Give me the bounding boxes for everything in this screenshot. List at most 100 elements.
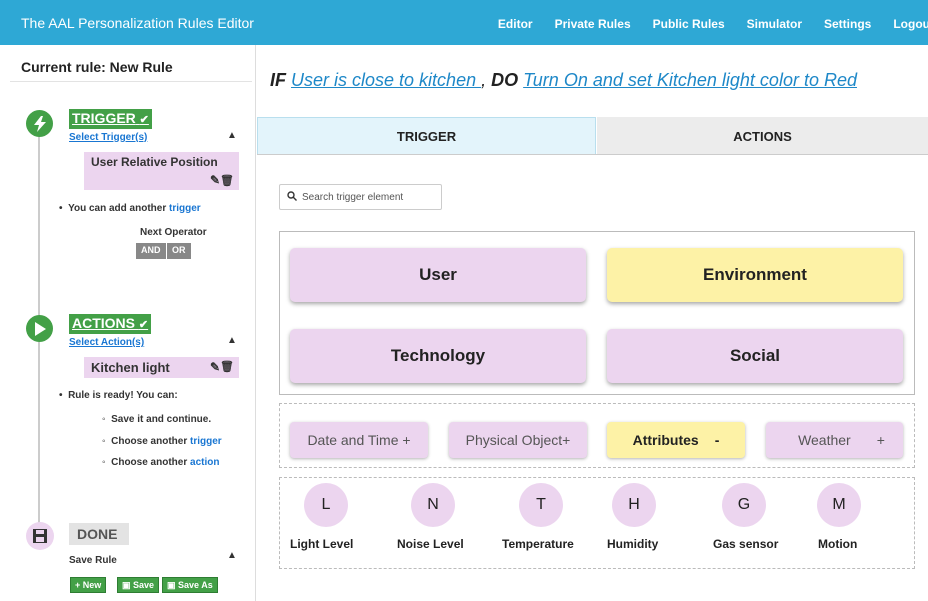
nav-simulator[interactable]: Simulator bbox=[747, 17, 802, 31]
attribute-light-level-icon[interactable]: L bbox=[304, 483, 348, 527]
select-actions-link[interactable]: Select Action(s) bbox=[69, 337, 144, 348]
collapse-trigger-icon[interactable]: ▲ bbox=[227, 130, 237, 141]
option-text: Save it and continue. bbox=[111, 414, 212, 425]
floppy-disk-icon bbox=[26, 522, 54, 550]
sidebar-divider bbox=[10, 81, 252, 82]
nav-public-rules[interactable]: Public Rules bbox=[653, 17, 725, 31]
current-rule-title: Current rule: New Rule bbox=[21, 59, 173, 75]
nav-private-rules[interactable]: Private Rules bbox=[555, 17, 631, 31]
new-rule-button[interactable]: + New bbox=[70, 577, 107, 593]
plus-icon: + bbox=[75, 580, 81, 590]
collapse-done-icon[interactable]: ▲ bbox=[227, 550, 237, 561]
tab-underline bbox=[257, 154, 928, 155]
nav-editor[interactable]: Editor bbox=[498, 17, 533, 31]
rule-sidebar: Current rule: New Rule TRIGGER ✔ Select … bbox=[0, 45, 256, 601]
attribute-motion-icon[interactable]: M bbox=[817, 483, 861, 527]
expand-icon: + bbox=[876, 432, 885, 448]
hint-text: You can add another bbox=[68, 203, 169, 214]
check-icon: ✔ bbox=[139, 114, 149, 126]
edit-icon[interactable]: ✎ bbox=[210, 360, 220, 374]
category-environment[interactable]: Environment bbox=[607, 248, 903, 302]
option-another-action: ◦ Choose another action bbox=[102, 457, 219, 468]
nav-settings[interactable]: Settings bbox=[824, 17, 871, 31]
if-keyword: IF bbox=[270, 70, 286, 90]
search-icon bbox=[287, 191, 297, 204]
subcategory-date-time[interactable]: Date and Time + bbox=[290, 422, 428, 458]
tab-trigger[interactable]: TRIGGER bbox=[257, 117, 596, 155]
bullet: ◦ bbox=[102, 414, 112, 425]
save-rule-label: Save Rule bbox=[69, 555, 117, 566]
collapse-icon: - bbox=[714, 432, 720, 448]
option-save-continue: ◦ Save it and continue. bbox=[102, 414, 211, 425]
check-icon: ✔ bbox=[138, 319, 149, 331]
subcategory-physical-object[interactable]: Physical Object+ bbox=[449, 422, 587, 458]
action-chip-label: Kitchen light bbox=[91, 360, 170, 375]
attribute-motion-label[interactable]: Motion bbox=[818, 537, 857, 551]
option-another-trigger: ◦ Choose another trigger bbox=[102, 436, 222, 447]
save-as-label: Save As bbox=[178, 580, 213, 590]
attribute-light-level-label[interactable]: Light Level bbox=[290, 537, 353, 551]
save-button[interactable]: ▣ Save bbox=[117, 577, 160, 593]
option-text: Choose another bbox=[111, 457, 191, 468]
comma: , bbox=[481, 70, 487, 90]
select-triggers-link[interactable]: Select Trigger(s) bbox=[69, 132, 147, 143]
tab-actions[interactable]: ACTIONS bbox=[597, 117, 928, 155]
subcategory-weather[interactable]: Weather + bbox=[766, 422, 903, 458]
attribute-humidity-icon[interactable]: H bbox=[612, 483, 656, 527]
another-trigger-link[interactable]: trigger bbox=[190, 436, 222, 447]
top-navbar: The AAL Personalization Rules Editor Edi… bbox=[0, 0, 928, 45]
trigger-chip: User Relative Position ✎ 🗑 bbox=[84, 152, 239, 190]
subcategory-attributes[interactable]: Attributes - bbox=[607, 422, 745, 458]
ready-label: Rule is ready! You can: bbox=[68, 390, 178, 401]
or-button[interactable]: OR bbox=[167, 243, 191, 259]
and-button[interactable]: AND bbox=[136, 243, 166, 259]
attribute-temperature-icon[interactable]: T bbox=[519, 483, 563, 527]
nav-menu: Editor Private Rules Public Rules Simula… bbox=[476, 17, 928, 31]
nav-logout[interactable]: Logout bbox=[893, 17, 928, 31]
action-chip: Kitchen light ✎ 🗑 bbox=[84, 357, 239, 378]
trash-icon[interactable]: 🗑 bbox=[220, 360, 234, 373]
trigger-chip-label: User Relative Position bbox=[91, 155, 218, 169]
search-placeholder: Search trigger element bbox=[302, 192, 404, 203]
bullet: ◦ bbox=[102, 457, 112, 468]
edit-icon[interactable]: ✎ bbox=[210, 173, 220, 187]
trigger-step-label: TRIGGER bbox=[72, 110, 136, 126]
category-technology[interactable]: Technology bbox=[290, 329, 586, 383]
add-trigger-link[interactable]: trigger bbox=[169, 203, 201, 214]
floppy-disk-icon: ▣ bbox=[122, 580, 131, 590]
lightning-icon bbox=[26, 110, 53, 137]
category-user[interactable]: User bbox=[290, 248, 586, 302]
new-label: New bbox=[82, 580, 102, 590]
attribute-gas-sensor-icon[interactable]: G bbox=[722, 483, 766, 527]
weather-label: Weather bbox=[798, 432, 851, 448]
another-action-link[interactable]: action bbox=[190, 457, 219, 468]
do-keyword: DO bbox=[491, 70, 519, 90]
attribute-noise-level-icon[interactable]: N bbox=[411, 483, 455, 527]
bullet: ◦ bbox=[102, 436, 112, 447]
next-operator-label: Next Operator bbox=[140, 227, 207, 238]
actions-step-title: ACTIONS ✔ bbox=[69, 314, 152, 334]
trigger-step-title: TRIGGER ✔ bbox=[69, 109, 152, 129]
done-step-title: DONE bbox=[69, 523, 129, 545]
attributes-panel bbox=[279, 477, 915, 569]
collapse-actions-icon[interactable]: ▲ bbox=[227, 335, 237, 346]
save-as-button[interactable]: ▣ Save As bbox=[162, 577, 218, 593]
play-icon bbox=[26, 315, 53, 342]
attribute-humidity-label[interactable]: Humidity bbox=[607, 537, 658, 551]
action-summary-link[interactable]: Turn On and set Kitchen light color to R… bbox=[523, 70, 857, 90]
actions-step-label: ACTIONS bbox=[72, 315, 135, 331]
bullet: • bbox=[59, 203, 69, 214]
add-trigger-hint: • You can add another trigger bbox=[59, 203, 201, 214]
trash-icon[interactable]: 🗑 bbox=[220, 174, 234, 187]
attribute-gas-sensor-label[interactable]: Gas sensor bbox=[713, 537, 778, 551]
rule-ready-text: • Rule is ready! You can: bbox=[59, 390, 178, 401]
search-input[interactable]: Search trigger element bbox=[279, 184, 442, 210]
attribute-temperature-label[interactable]: Temperature bbox=[502, 537, 574, 551]
option-text: Choose another bbox=[111, 436, 191, 447]
save-label: Save bbox=[133, 580, 155, 590]
bullet: • bbox=[59, 390, 69, 401]
rule-summary: IF User is close to kitchen , DO Turn On… bbox=[270, 70, 857, 91]
category-social[interactable]: Social bbox=[607, 329, 903, 383]
trigger-summary-link[interactable]: User is close to kitchen bbox=[291, 70, 481, 90]
attribute-noise-level-label[interactable]: Noise Level bbox=[397, 537, 464, 551]
